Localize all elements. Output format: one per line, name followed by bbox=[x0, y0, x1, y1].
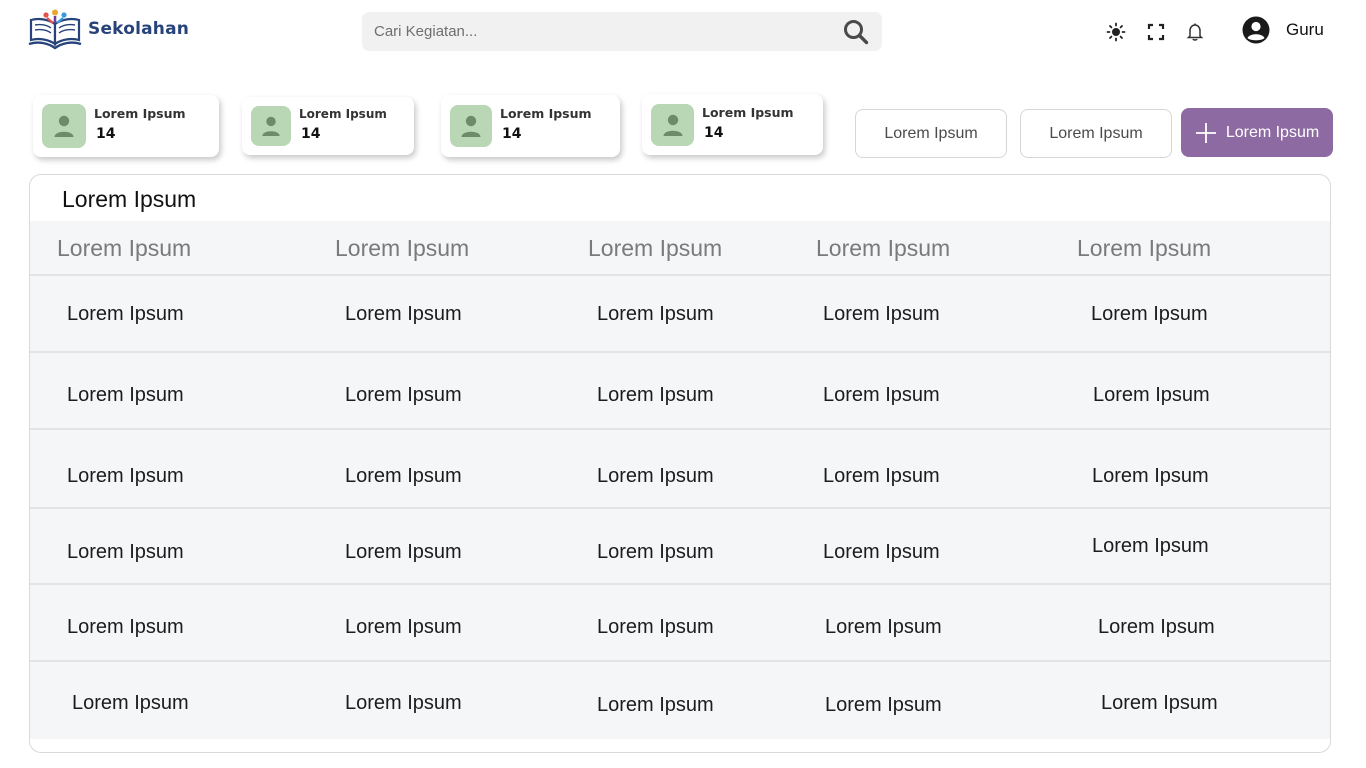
person-icon bbox=[42, 104, 86, 148]
column-header[interactable]: Lorem Ipsum bbox=[588, 235, 722, 262]
stat-card-3[interactable]: Lorem Ipsum 14 bbox=[441, 95, 620, 157]
table-cell: Lorem Ipsum bbox=[67, 541, 184, 563]
table-cell: Lorem Ipsum bbox=[597, 694, 714, 716]
table-row[interactable]: Lorem Ipsum Lorem Ipsum Lorem Ipsum Lore… bbox=[30, 430, 1330, 509]
table-cell: Lorem Ipsum bbox=[1098, 616, 1215, 638]
table-cell: Lorem Ipsum bbox=[823, 465, 940, 487]
bell-icon[interactable] bbox=[1183, 20, 1207, 44]
person-icon bbox=[651, 103, 694, 146]
add-button-label: Lorem Ipsum bbox=[1225, 123, 1320, 141]
table-cell: Lorem Ipsum bbox=[823, 541, 940, 563]
table-cell: Lorem Ipsum bbox=[345, 303, 462, 325]
stat-label: Lorem Ipsum bbox=[500, 106, 592, 121]
table-row[interactable]: Lorem Ipsum Lorem Ipsum Lorem Ipsum Lore… bbox=[30, 276, 1330, 353]
table-header: Lorem Ipsum Lorem Ipsum Lorem Ipsum Lore… bbox=[30, 221, 1330, 276]
stat-value: 14 bbox=[502, 126, 522, 142]
stat-label: Lorem Ipsum bbox=[94, 106, 186, 121]
search-input[interactable] bbox=[374, 23, 842, 40]
stat-card-2[interactable]: Lorem Ipsum 14 bbox=[242, 97, 414, 155]
table-cell: Lorem Ipsum bbox=[825, 616, 942, 638]
table-cell: Lorem Ipsum bbox=[597, 303, 714, 325]
table-cell: Lorem Ipsum bbox=[345, 384, 462, 406]
table-cell: Lorem Ipsum bbox=[345, 692, 462, 714]
table-cell: Lorem Ipsum bbox=[597, 541, 714, 563]
table-title: Lorem Ipsum bbox=[62, 186, 197, 212]
column-header[interactable]: Lorem Ipsum bbox=[816, 235, 950, 262]
table-cell: Lorem Ipsum bbox=[67, 384, 184, 406]
table-cell: Lorem Ipsum bbox=[1092, 465, 1209, 487]
brand-logo[interactable]: Sekolahan bbox=[28, 8, 189, 50]
table-cell: Lorem Ipsum bbox=[597, 384, 714, 406]
table-cell: Lorem Ipsum bbox=[1092, 535, 1209, 557]
table-cell: Lorem Ipsum bbox=[823, 384, 940, 406]
person-icon bbox=[450, 105, 492, 147]
user-menu[interactable]: Guru bbox=[1242, 16, 1324, 44]
table-cell: Lorem Ipsum bbox=[72, 692, 189, 714]
table-cell: Lorem Ipsum bbox=[1093, 384, 1210, 406]
action-button-1[interactable]: Lorem Ipsum bbox=[855, 109, 1007, 158]
search-bar bbox=[362, 12, 882, 51]
action-button-2[interactable]: Lorem Ipsum bbox=[1020, 109, 1172, 158]
data-table-panel: Lorem Ipsum Lorem Ipsum Lorem Ipsum Lore… bbox=[29, 174, 1331, 753]
table-row[interactable]: Lorem Ipsum Lorem Ipsum Lorem Ipsum Lore… bbox=[30, 662, 1330, 739]
stat-card-1[interactable]: Lorem Ipsum 14 bbox=[33, 95, 219, 157]
brand-name: Sekolahan bbox=[88, 19, 190, 39]
table-cell: Lorem Ipsum bbox=[67, 303, 184, 325]
table-cell: Lorem Ipsum bbox=[825, 694, 942, 716]
table-cell: Lorem Ipsum bbox=[67, 465, 184, 487]
table-cell: Lorem Ipsum bbox=[345, 541, 462, 563]
table-cell: Lorem Ipsum bbox=[1091, 303, 1208, 325]
table-row[interactable]: Lorem Ipsum Lorem Ipsum Lorem Ipsum Lore… bbox=[30, 353, 1330, 430]
person-icon bbox=[251, 106, 291, 146]
column-header[interactable]: Lorem Ipsum bbox=[57, 235, 191, 262]
theme-toggle-icon[interactable] bbox=[1104, 20, 1128, 44]
search-icon[interactable] bbox=[842, 18, 870, 46]
table-cell: Lorem Ipsum bbox=[1101, 692, 1218, 714]
stat-card-4[interactable]: Lorem Ipsum 14 bbox=[642, 94, 823, 155]
stat-value: 14 bbox=[301, 125, 321, 142]
stat-label: Lorem Ipsum bbox=[299, 106, 387, 121]
stat-value: 14 bbox=[704, 124, 724, 141]
table-cell: Lorem Ipsum bbox=[345, 465, 462, 487]
column-header[interactable]: Lorem Ipsum bbox=[335, 235, 469, 262]
plus-icon bbox=[1195, 122, 1217, 144]
table-cell: Lorem Ipsum bbox=[597, 465, 714, 487]
table-row[interactable]: Lorem Ipsum Lorem Ipsum Lorem Ipsum Lore… bbox=[30, 585, 1330, 662]
table-cell: Lorem Ipsum bbox=[597, 616, 714, 638]
table-cell: Lorem Ipsum bbox=[823, 303, 940, 325]
table-cell: Lorem Ipsum bbox=[67, 616, 184, 638]
table-row[interactable]: Lorem Ipsum Lorem Ipsum Lorem Ipsum Lore… bbox=[30, 509, 1330, 585]
table-cell: Lorem Ipsum bbox=[345, 616, 462, 638]
user-avatar-icon bbox=[1242, 16, 1270, 44]
open-book-logo-icon bbox=[28, 9, 82, 50]
stat-label: Lorem Ipsum bbox=[702, 104, 794, 120]
stat-value: 14 bbox=[96, 126, 116, 142]
user-name: Guru bbox=[1286, 20, 1324, 39]
add-button[interactable]: Lorem Ipsum bbox=[1181, 108, 1333, 157]
column-header[interactable]: Lorem Ipsum bbox=[1077, 235, 1211, 262]
fullscreen-icon[interactable] bbox=[1144, 20, 1168, 44]
